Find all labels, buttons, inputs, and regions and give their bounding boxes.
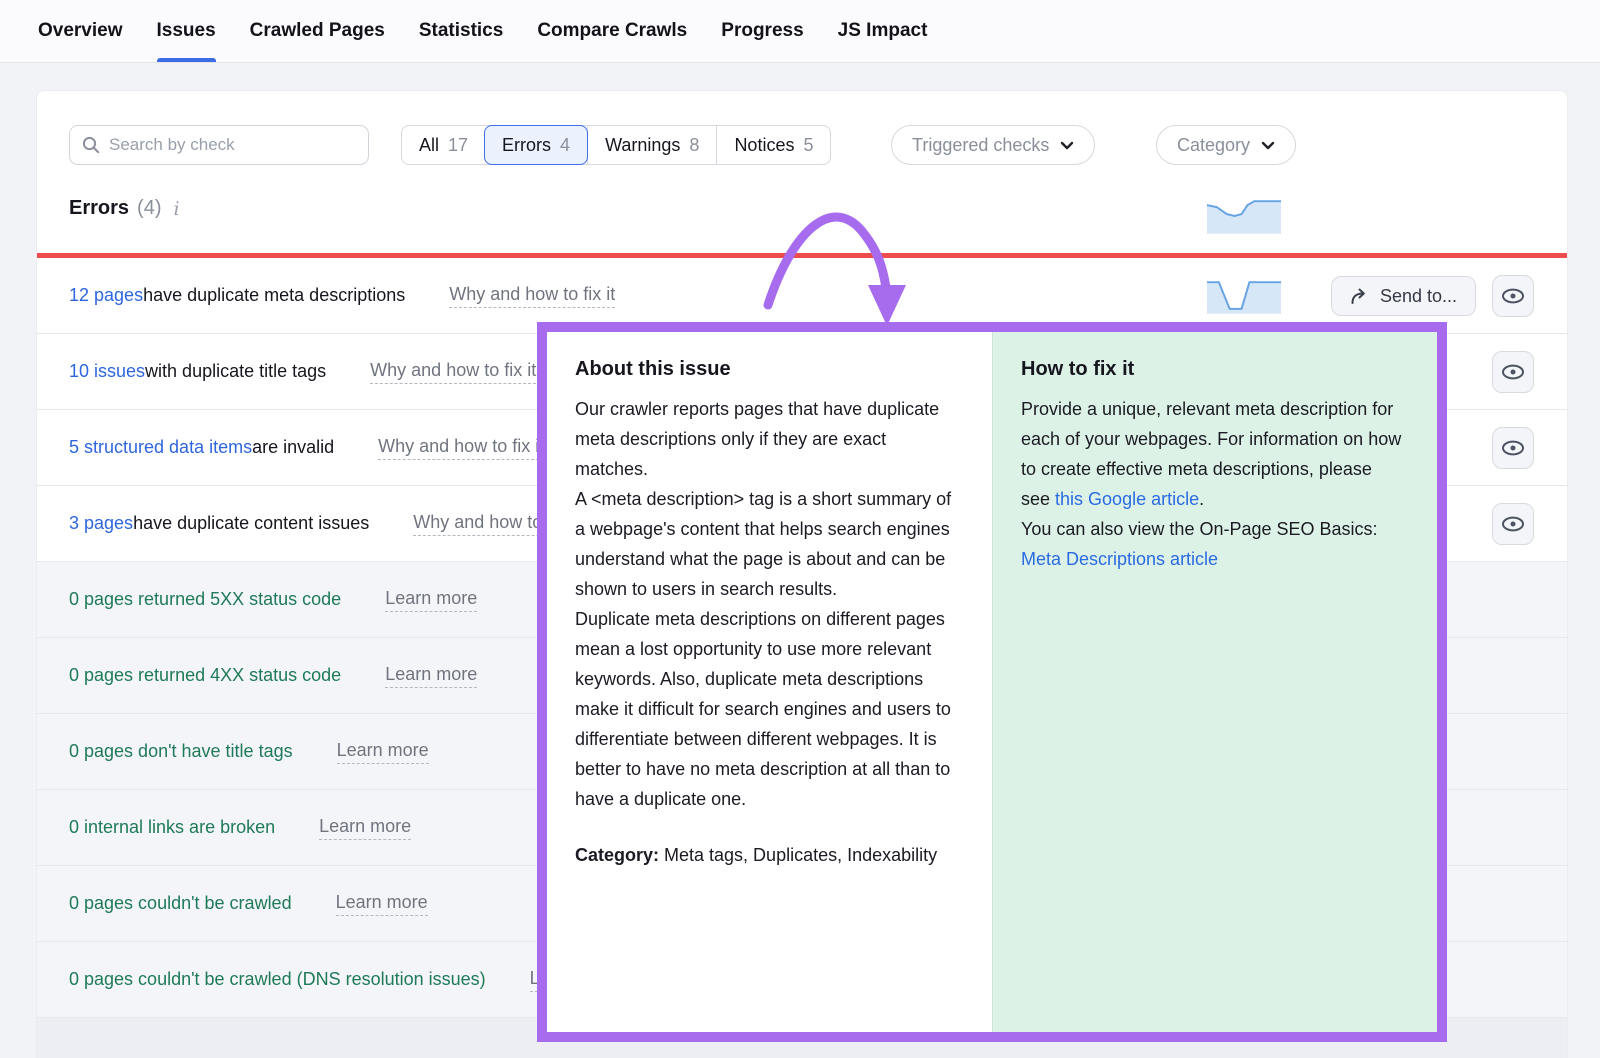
filter-errors-label: Errors xyxy=(502,135,551,156)
errors-trend-sparkline xyxy=(1206,197,1283,235)
about-title: About this issue xyxy=(575,356,964,382)
issue-details-popup: About this issue Our crawler reports pag… xyxy=(537,322,1447,1042)
info-icon[interactable]: i xyxy=(173,198,179,220)
filter-warnings[interactable]: Warnings 8 xyxy=(587,126,716,164)
tab-progress[interactable]: Progress xyxy=(721,0,803,62)
triggered-checks-label: Triggered checks xyxy=(912,135,1049,156)
filter-all-label: All xyxy=(419,135,439,156)
issue-text: have duplicate content issues xyxy=(133,513,369,534)
about-paragraph: Our crawler reports pages that have dupl… xyxy=(575,394,959,484)
send-to-button[interactable]: Send to... xyxy=(1331,276,1476,316)
filter-all-count: 17 xyxy=(448,135,468,156)
about-this-issue-panel: About this issue Our crawler reports pag… xyxy=(547,332,992,1032)
tab-overview[interactable]: Overview xyxy=(38,0,123,62)
site-audit-issues-page: Overview Issues Crawled Pages Statistics… xyxy=(0,0,1600,1058)
search-icon xyxy=(82,136,100,154)
issue-count-link[interactable]: 5 structured data items xyxy=(69,437,252,458)
issue-text: 0 pages couldn't be crawled (DNS resolut… xyxy=(69,969,486,990)
errors-section-header: Errors (4) i xyxy=(69,197,180,220)
why-how-to-fix-link[interactable]: Why and how to fix it xyxy=(449,284,615,308)
chevron-down-icon xyxy=(1261,141,1275,150)
learn-more-link[interactable]: Learn more xyxy=(319,816,411,840)
filter-warnings-label: Warnings xyxy=(605,135,680,156)
fix-text: . xyxy=(1199,489,1204,509)
tab-compare-crawls[interactable]: Compare Crawls xyxy=(537,0,687,62)
fix-text: You can also view the On-Page SEO Basics… xyxy=(1021,519,1378,539)
issue-text: 0 pages don't have title tags xyxy=(69,741,293,762)
category-value: Meta tags, Duplicates, Indexability xyxy=(659,845,937,865)
filter-notices-label: Notices xyxy=(734,135,794,156)
filter-all[interactable]: All 17 xyxy=(402,126,485,164)
fix-title: How to fix it xyxy=(1021,356,1409,382)
why-how-to-fix-link[interactable]: Why and how to fix it xyxy=(370,360,536,384)
category-line: Category: Meta tags, Duplicates, Indexab… xyxy=(575,840,959,870)
errors-title: Errors xyxy=(69,197,129,220)
issue-count-link[interactable]: 3 pages xyxy=(69,513,133,534)
eye-icon xyxy=(1500,515,1526,533)
chevron-down-icon xyxy=(1060,141,1074,150)
issue-text: are invalid xyxy=(252,437,334,458)
fix-paragraph: Provide a unique, relevant meta descript… xyxy=(1021,394,1405,574)
hide-issue-button[interactable] xyxy=(1492,503,1534,545)
tab-issues[interactable]: Issues xyxy=(157,0,216,62)
filter-warnings-count: 8 xyxy=(689,135,699,156)
issue-text: 0 pages returned 5XX status code xyxy=(69,589,341,610)
search-input[interactable] xyxy=(109,135,356,155)
hide-issue-button[interactable] xyxy=(1492,427,1534,469)
eye-icon xyxy=(1500,287,1526,305)
learn-more-link[interactable]: Learn more xyxy=(336,892,428,916)
top-navigation: Overview Issues Crawled Pages Statistics… xyxy=(0,0,1600,63)
issue-count-link[interactable]: 12 pages xyxy=(69,285,143,306)
issue-count-link[interactable]: 10 issues xyxy=(69,361,145,382)
filter-notices[interactable]: Notices 5 xyxy=(716,126,830,164)
issue-text: 0 pages couldn't be crawled xyxy=(69,893,292,914)
triggered-checks-dropdown[interactable]: Triggered checks xyxy=(891,125,1095,165)
eye-icon xyxy=(1500,439,1526,457)
learn-more-link[interactable]: Learn more xyxy=(385,588,477,612)
issue-text: 0 internal links are broken xyxy=(69,817,275,838)
hide-issue-button[interactable] xyxy=(1492,351,1534,393)
filter-errors[interactable]: Errors 4 xyxy=(484,125,588,165)
google-article-link[interactable]: this Google article xyxy=(1055,489,1199,509)
tab-statistics[interactable]: Statistics xyxy=(419,0,503,62)
about-paragraph: A <meta description> tag is a short summ… xyxy=(575,484,959,604)
category-label: Category: xyxy=(575,845,659,865)
about-paragraph: Duplicate meta descriptions on different… xyxy=(575,604,959,814)
tab-crawled-pages[interactable]: Crawled Pages xyxy=(250,0,385,62)
filter-notices-count: 5 xyxy=(803,135,813,156)
filter-errors-count: 4 xyxy=(560,135,570,156)
learn-more-link[interactable]: Learn more xyxy=(385,664,477,688)
issue-trend-sparkline xyxy=(1206,277,1283,315)
issue-text: 0 pages returned 4XX status code xyxy=(69,665,341,686)
tab-js-impact[interactable]: JS Impact xyxy=(838,0,928,62)
issue-text: have duplicate meta descriptions xyxy=(143,285,405,306)
severity-filter-group: All 17 Errors 4 Warnings 8 Notices 5 xyxy=(401,125,831,165)
how-to-fix-panel: How to fix it Provide a unique, relevant… xyxy=(992,332,1437,1032)
learn-more-link[interactable]: Learn more xyxy=(337,740,429,764)
eye-icon xyxy=(1500,363,1526,381)
errors-count: (4) xyxy=(137,197,161,220)
share-arrow-icon xyxy=(1350,288,1369,305)
send-to-label: Send to... xyxy=(1380,286,1457,307)
category-dropdown[interactable]: Category xyxy=(1156,125,1296,165)
meta-descriptions-article-link[interactable]: Meta Descriptions article xyxy=(1021,549,1218,569)
hide-issue-button[interactable] xyxy=(1492,275,1534,317)
category-dropdown-label: Category xyxy=(1177,135,1250,156)
why-how-to-fix-link[interactable]: Why and how to fix it xyxy=(378,436,544,460)
issue-text: with duplicate title tags xyxy=(145,361,326,382)
search-by-check[interactable] xyxy=(69,125,369,165)
